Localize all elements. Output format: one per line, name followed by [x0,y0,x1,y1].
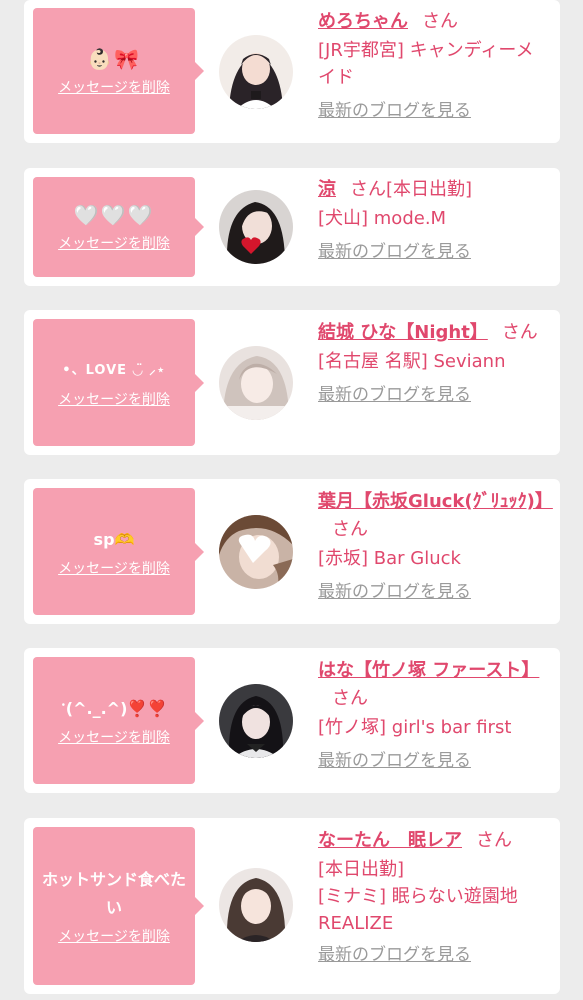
shop-info: [赤坂] Bar Gluck [318,548,461,569]
latest-blog-link[interactable]: 最新のブログを見る [318,580,471,604]
latest-blog-link[interactable]: 最新のブログを見る [318,240,471,264]
delete-message-link[interactable]: メッセージを削除 [58,391,170,409]
message-card: 👶🏻🎀 メッセージを削除 めろちゃん さん [JR宇都宮] キャンディーメイド 最… [24,0,560,143]
message-bubble: sp🫶 メッセージを削除 [33,488,204,615]
message-bubble: ホットサンド食べたい メッセージを削除 [33,827,204,985]
message-card: 🤍🤍🤍 メッセージを削除 涼さん[本日出勤] [犬山] mode.M 最新のブロ… [24,168,560,286]
message-card: ॱ(^._.^)❣️❣️ メッセージを削除 はな【竹ノ塚 ファースト】さん [竹… [24,648,560,793]
attendance-badge: [本日出勤] [386,179,473,200]
message-bubble: ॱ(^._.^)❣️❣️ メッセージを削除 [33,657,204,784]
honorific: さん [332,519,368,540]
avatar[interactable] [219,515,293,589]
delete-message-link[interactable]: メッセージを削除 [58,79,170,97]
latest-blog-link[interactable]: 最新のブログを見る [318,749,471,773]
attendance-badge: [本日出勤] [318,859,405,880]
cast-name-link[interactable]: 結城 ひな【Night】 [318,322,488,343]
avatar[interactable] [219,190,293,264]
avatar[interactable] [219,346,293,420]
cast-name-link[interactable]: はな【竹ノ塚 ファースト】 [318,660,539,681]
delete-message-link[interactable]: メッセージを削除 [58,235,170,253]
shop-info: [竹ノ塚] girl's bar first [318,717,512,738]
message-card: sp🫶 メッセージを削除 葉月【赤坂Gluck(ｸﾞﾘｭｯｸ)】さん [赤坂] … [24,479,560,624]
message-bubble: 👶🏻🎀 メッセージを削除 [33,8,204,134]
shop-info: [犬山] mode.M [318,208,447,229]
entry-info: なーたん 眠レア さん [本日出勤] [ミナミ] 眠らない遊園地REALIZE 最… [318,827,548,967]
honorific: さん [501,322,538,343]
shop-info: [名古屋 名駅] Seviann [318,351,506,372]
honorific: さん [476,830,512,851]
cast-name-link[interactable]: 涼 [318,179,336,200]
entry-info: めろちゃん さん [JR宇都宮] キャンディーメイド 最新のブログを見る [318,8,548,123]
entry-info: 葉月【赤坂Gluck(ｸﾞﾘｭｯｸ)】さん [赤坂] Bar Gluck 最新の… [318,488,553,604]
message-text: sp🫶 [93,529,135,549]
message-text: •、LOVE ◡̈ ⸝⋆ [62,362,166,378]
shop-info: [JR宇都宮] キャンディーメイド [318,40,534,88]
latest-blog-link[interactable]: 最新のブログを見る [318,383,471,407]
message-text: ホットサンド食べたい [41,870,186,917]
latest-blog-link[interactable]: 最新のブログを見る [318,943,471,967]
entry-info: 結城 ひな【Night】 さん [名古屋 名駅] Seviann 最新のブログを見… [318,319,548,407]
cast-name-link[interactable]: 葉月【赤坂Gluck(ｸﾞﾘｭｯｸ)】 [318,491,553,512]
entry-info: 涼さん[本日出勤] [犬山] mode.M 最新のブログを見る [318,176,548,264]
avatar[interactable] [219,35,293,109]
cast-name-link[interactable]: なーたん 眠レア [318,830,462,851]
message-bubble: •、LOVE ◡̈ ⸝⋆ メッセージを削除 [33,319,204,446]
delete-message-link[interactable]: メッセージを削除 [58,729,170,747]
shop-info: [ミナミ] 眠らない遊園地REALIZE [318,886,518,934]
delete-message-link[interactable]: メッセージを削除 [58,928,170,946]
honorific: さん [350,179,386,200]
avatar[interactable] [219,684,293,758]
message-bubble: 🤍🤍🤍 メッセージを削除 [33,177,204,277]
entry-info: はな【竹ノ塚 ファースト】さん [竹ノ塚] girl's bar first 最… [318,657,548,773]
message-text: ॱ(^._.^)❣️❣️ [60,698,168,718]
delete-message-link[interactable]: メッセージを削除 [58,560,170,578]
message-text: 🤍🤍🤍 [73,203,155,227]
message-list: 👶🏻🎀 メッセージを削除 めろちゃん さん [JR宇都宮] キャンディーメイド 最… [0,0,583,1000]
cast-name-link[interactable]: めろちゃん [318,11,408,32]
message-card: •、LOVE ◡̈ ⸝⋆ メッセージを削除 結城 ひな【Night】 さん [名古… [24,310,560,455]
message-text: 👶🏻🎀 [87,47,141,71]
honorific: さん [332,688,368,709]
avatar[interactable] [219,868,293,942]
message-card: ホットサンド食べたい メッセージを削除 なーたん 眠レア さん [本日出勤] [ミ… [24,818,560,994]
latest-blog-link[interactable]: 最新のブログを見る [318,99,471,123]
honorific: さん [422,11,458,32]
